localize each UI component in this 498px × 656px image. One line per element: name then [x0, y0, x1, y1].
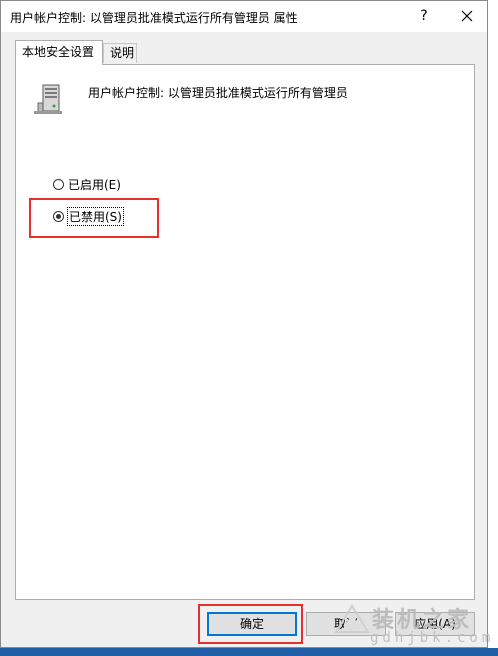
- tab-explain[interactable]: 说明: [103, 43, 137, 63]
- close-button[interactable]: [449, 3, 485, 29]
- properties-dialog: 用户帐户控制: 以管理员批准模式运行所有管理员 属性 ? 本地安全设置 说明 用…: [0, 0, 488, 648]
- background-window-right-edge: [487, 0, 498, 656]
- tab-local-security-setting[interactable]: 本地安全设置: [15, 40, 103, 65]
- ok-button[interactable]: 确定: [207, 612, 297, 636]
- radio-enabled[interactable]: 已启用(E): [53, 176, 121, 193]
- radio-enabled-circle[interactable]: [53, 179, 64, 190]
- radio-disabled-circle[interactable]: [53, 211, 64, 222]
- tab-panel: 用户帐户控制: 以管理员批准模式运行所有管理员 已启用(E) 已禁用(S): [15, 64, 475, 600]
- radio-disabled-label: 已禁用(S): [67, 207, 124, 226]
- close-icon: [461, 10, 473, 22]
- policy-title: 用户帐户控制: 以管理员批准模式运行所有管理员: [88, 86, 348, 100]
- apply-button[interactable]: 应用(A): [395, 612, 475, 636]
- radio-disabled[interactable]: 已禁用(S): [53, 207, 124, 226]
- cancel-button[interactable]: 取消: [306, 612, 386, 636]
- radio-enabled-label: 已启用(E): [68, 178, 121, 192]
- server-icon: [30, 81, 66, 117]
- window-title: 用户帐户控制: 以管理员批准模式运行所有管理员 属性: [10, 11, 298, 25]
- help-button[interactable]: ?: [409, 3, 439, 29]
- title-bar: 用户帐户控制: 以管理员批准模式运行所有管理员 属性 ?: [1, 1, 487, 32]
- taskbar: [0, 648, 498, 656]
